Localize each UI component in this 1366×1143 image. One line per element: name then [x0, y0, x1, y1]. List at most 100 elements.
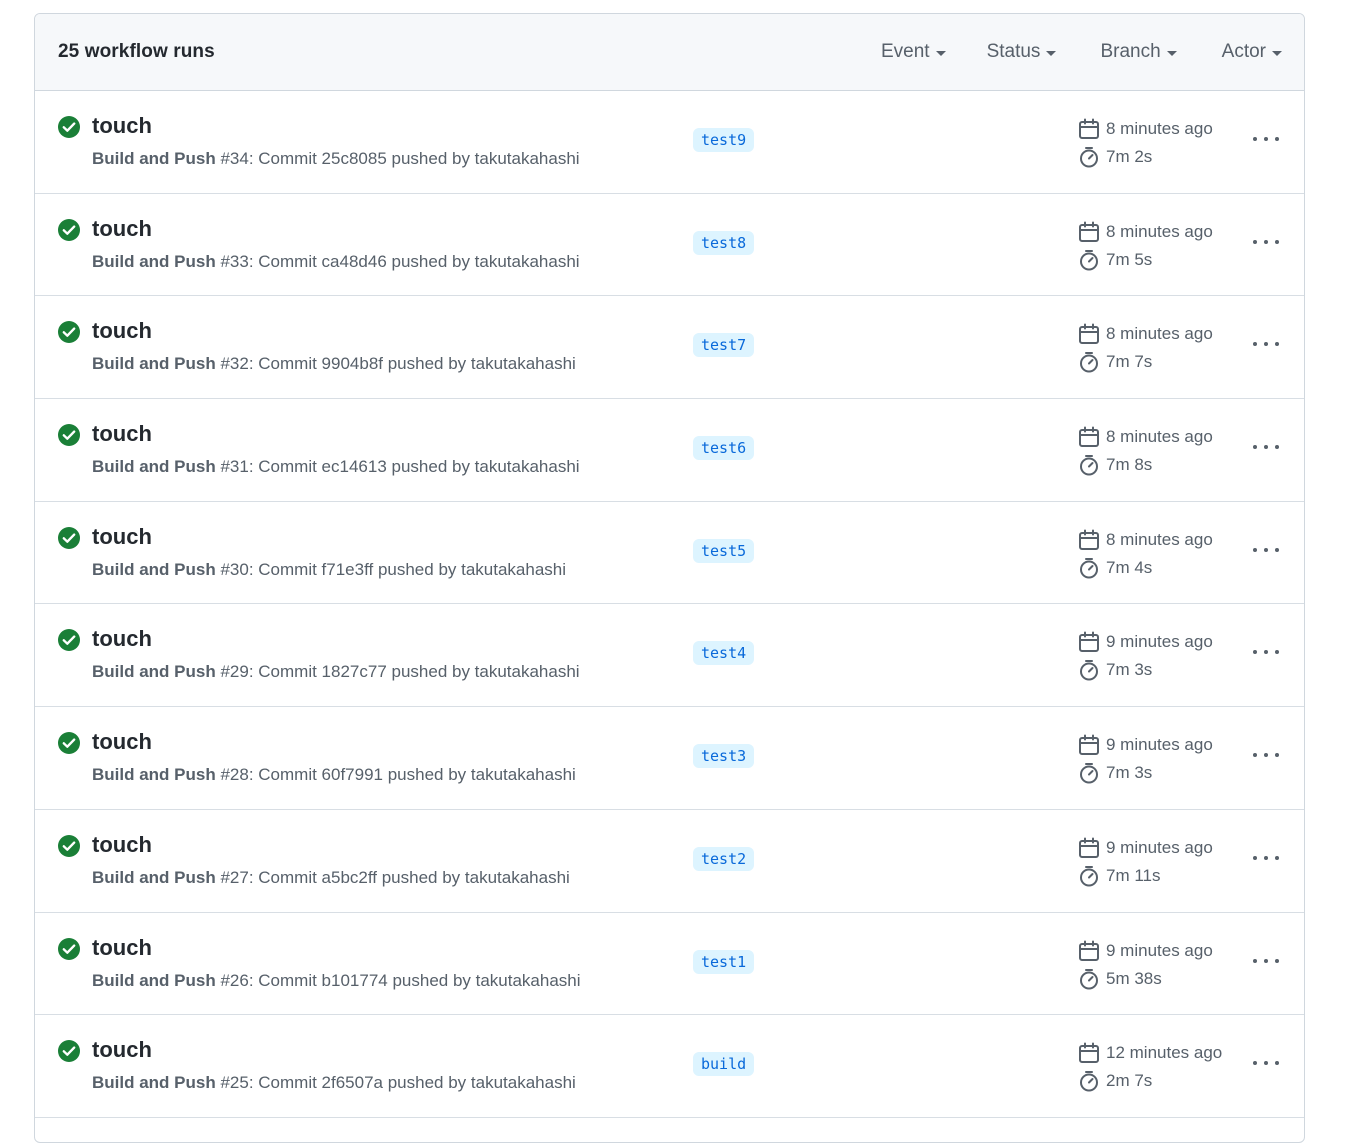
workflow-name[interactable]: Build and Push [92, 354, 216, 373]
more-actions-button[interactable] [1253, 332, 1279, 356]
kebab-dot [1275, 445, 1279, 450]
run-duration: 2m 7s [1078, 1067, 1222, 1095]
branch-badge[interactable]: build [693, 1052, 755, 1077]
run-time-ago: 8 minutes ago [1106, 529, 1213, 549]
kebab-dot [1264, 547, 1268, 552]
branch-filter-label: Branch [1100, 41, 1161, 62]
stopwatch-icon [1080, 660, 1098, 681]
kebab-dot [1253, 137, 1257, 141]
more-actions-button[interactable] [1253, 640, 1279, 664]
kebab-dot [1253, 547, 1257, 552]
run-time-ago: 8 minutes ago [1106, 221, 1213, 241]
success-check-icon [58, 218, 80, 241]
calendar-icon [1079, 426, 1099, 448]
run-title-link[interactable]: touch [92, 421, 152, 447]
run-title-link[interactable]: touch [92, 626, 152, 652]
actor-filter[interactable]: Actor [1222, 41, 1282, 63]
workflow-run-row: touch Build and Push #31: Commit ec14613… [35, 399, 1304, 502]
run-time-ago: 9 minutes ago [1106, 837, 1213, 857]
workflow-run-row: touch Build and Push #29: Commit 1827c77… [35, 604, 1304, 708]
stopwatch-icon [1080, 865, 1098, 887]
run-duration: 7m 7s [1078, 348, 1213, 376]
more-actions-button[interactable] [1253, 435, 1279, 459]
branch-badge[interactable]: test6 [693, 436, 755, 461]
run-title-link[interactable]: touch [92, 935, 152, 961]
kebab-dot [1253, 958, 1257, 963]
run-detail: #26: Commit b101774 pushed by takutakaha… [215, 970, 581, 990]
workflow-name[interactable]: Build and Push [92, 868, 216, 887]
run-time-ago: 9 minutes ago [1106, 632, 1213, 652]
run-duration: 7m 8s [1078, 451, 1213, 479]
event-filter-label: Event [880, 41, 930, 62]
run-date: 8 minutes ago [1078, 320, 1213, 348]
run-title-link[interactable]: touch [92, 318, 152, 344]
run-timing: 9 minutes ago 7m 11s [1078, 834, 1213, 890]
kebab-dot [1264, 1061, 1268, 1066]
branch-badge[interactable]: test8 [693, 230, 755, 255]
run-duration: 5m 38s [1078, 965, 1213, 993]
branch-badge[interactable]: test9 [693, 128, 755, 152]
workflow-run-row: touch Build and Push #26: Commit b101774… [35, 913, 1304, 1016]
run-detail: #30: Commit f71e3ff pushed by takutakaha… [215, 559, 567, 579]
more-actions-button[interactable] [1253, 230, 1279, 254]
run-detail: #27: Commit a5bc2ff pushed by takutakaha… [215, 867, 570, 887]
run-duration: 7m 3s [1078, 759, 1213, 787]
run-date: 8 minutes ago [1078, 115, 1213, 143]
run-meta: Build and Push #25: Commit 2f6507a pushe… [92, 1073, 576, 1093]
workflow-name[interactable]: Build and Push [92, 560, 216, 579]
stopwatch-icon [1080, 352, 1098, 373]
stopwatch-icon [1080, 557, 1098, 579]
branch-badge[interactable]: test4 [693, 641, 755, 666]
workflow-runs-box: 25 workflow runs Event Status Branch Act… [34, 13, 1305, 1143]
run-title-link[interactable]: touch [92, 524, 152, 550]
run-title-link[interactable]: touch [92, 729, 152, 755]
branch-badge[interactable]: test1 [693, 949, 755, 974]
calendar-icon [1079, 734, 1099, 756]
run-detail: #31: Commit ec14613 pushed by takutakaha… [215, 457, 580, 477]
caret-down-icon [1166, 50, 1177, 56]
calendar-icon [1079, 529, 1099, 550]
run-detail: #34: Commit 25c8085 pushed by takutakaha… [215, 149, 580, 168]
branch-badge[interactable]: test2 [693, 846, 755, 871]
run-meta: Build and Push #29: Commit 1827c77 pushe… [92, 662, 580, 682]
run-timing: 8 minutes ago 7m 7s [1078, 320, 1213, 376]
more-actions-button[interactable] [1253, 846, 1279, 870]
run-time-ago: 8 minutes ago [1106, 324, 1213, 344]
workflow-name[interactable]: Build and Push [92, 1073, 216, 1092]
more-actions-button[interactable] [1253, 743, 1279, 767]
kebab-dot [1253, 855, 1257, 860]
workflow-name[interactable]: Build and Push [92, 149, 216, 168]
status-filter[interactable]: Status [987, 41, 1057, 63]
kebab-dot [1275, 1061, 1279, 1066]
caret-down-icon [1272, 50, 1282, 56]
workflow-name[interactable]: Build and Push [92, 765, 216, 784]
kebab-dot [1264, 137, 1268, 141]
calendar-icon [1079, 940, 1099, 961]
more-actions-button[interactable] [1253, 1051, 1279, 1075]
branch-badge[interactable]: test3 [693, 744, 755, 769]
run-title-link[interactable]: touch [92, 1037, 152, 1063]
more-actions-button[interactable] [1253, 538, 1279, 562]
run-title-link[interactable]: touch [92, 216, 152, 242]
kebab-dot [1275, 958, 1279, 963]
branch-badge[interactable]: test5 [693, 538, 755, 563]
run-duration-value: 7m 5s [1106, 249, 1153, 269]
workflow-name[interactable]: Build and Push [92, 662, 216, 681]
run-meta: Build and Push #28: Commit 60f7991 pushe… [92, 765, 576, 785]
run-date: 12 minutes ago [1078, 1039, 1222, 1067]
branch-badge[interactable]: test7 [693, 333, 755, 358]
more-actions-button[interactable] [1253, 127, 1279, 151]
workflow-run-row: touch Build and Push #25: Commit 2f6507a… [35, 1015, 1304, 1118]
run-meta: Build and Push #31: Commit ec14613 pushe… [92, 457, 580, 477]
workflow-name[interactable]: Build and Push [92, 457, 216, 476]
more-actions-button[interactable] [1253, 949, 1279, 973]
run-title-link[interactable]: touch [92, 113, 152, 139]
workflow-name[interactable]: Build and Push [92, 252, 216, 271]
run-title-link[interactable]: touch [92, 832, 152, 858]
event-filter[interactable]: Event [881, 41, 946, 63]
branch-filter[interactable]: Branch [1100, 41, 1177, 63]
run-timing: 8 minutes ago 7m 2s [1078, 115, 1213, 171]
workflow-name[interactable]: Build and Push [92, 971, 216, 990]
run-duration-value: 7m 7s [1106, 352, 1153, 372]
workflow-run-row: touch Build and Push #30: Commit f71e3ff… [35, 502, 1304, 605]
